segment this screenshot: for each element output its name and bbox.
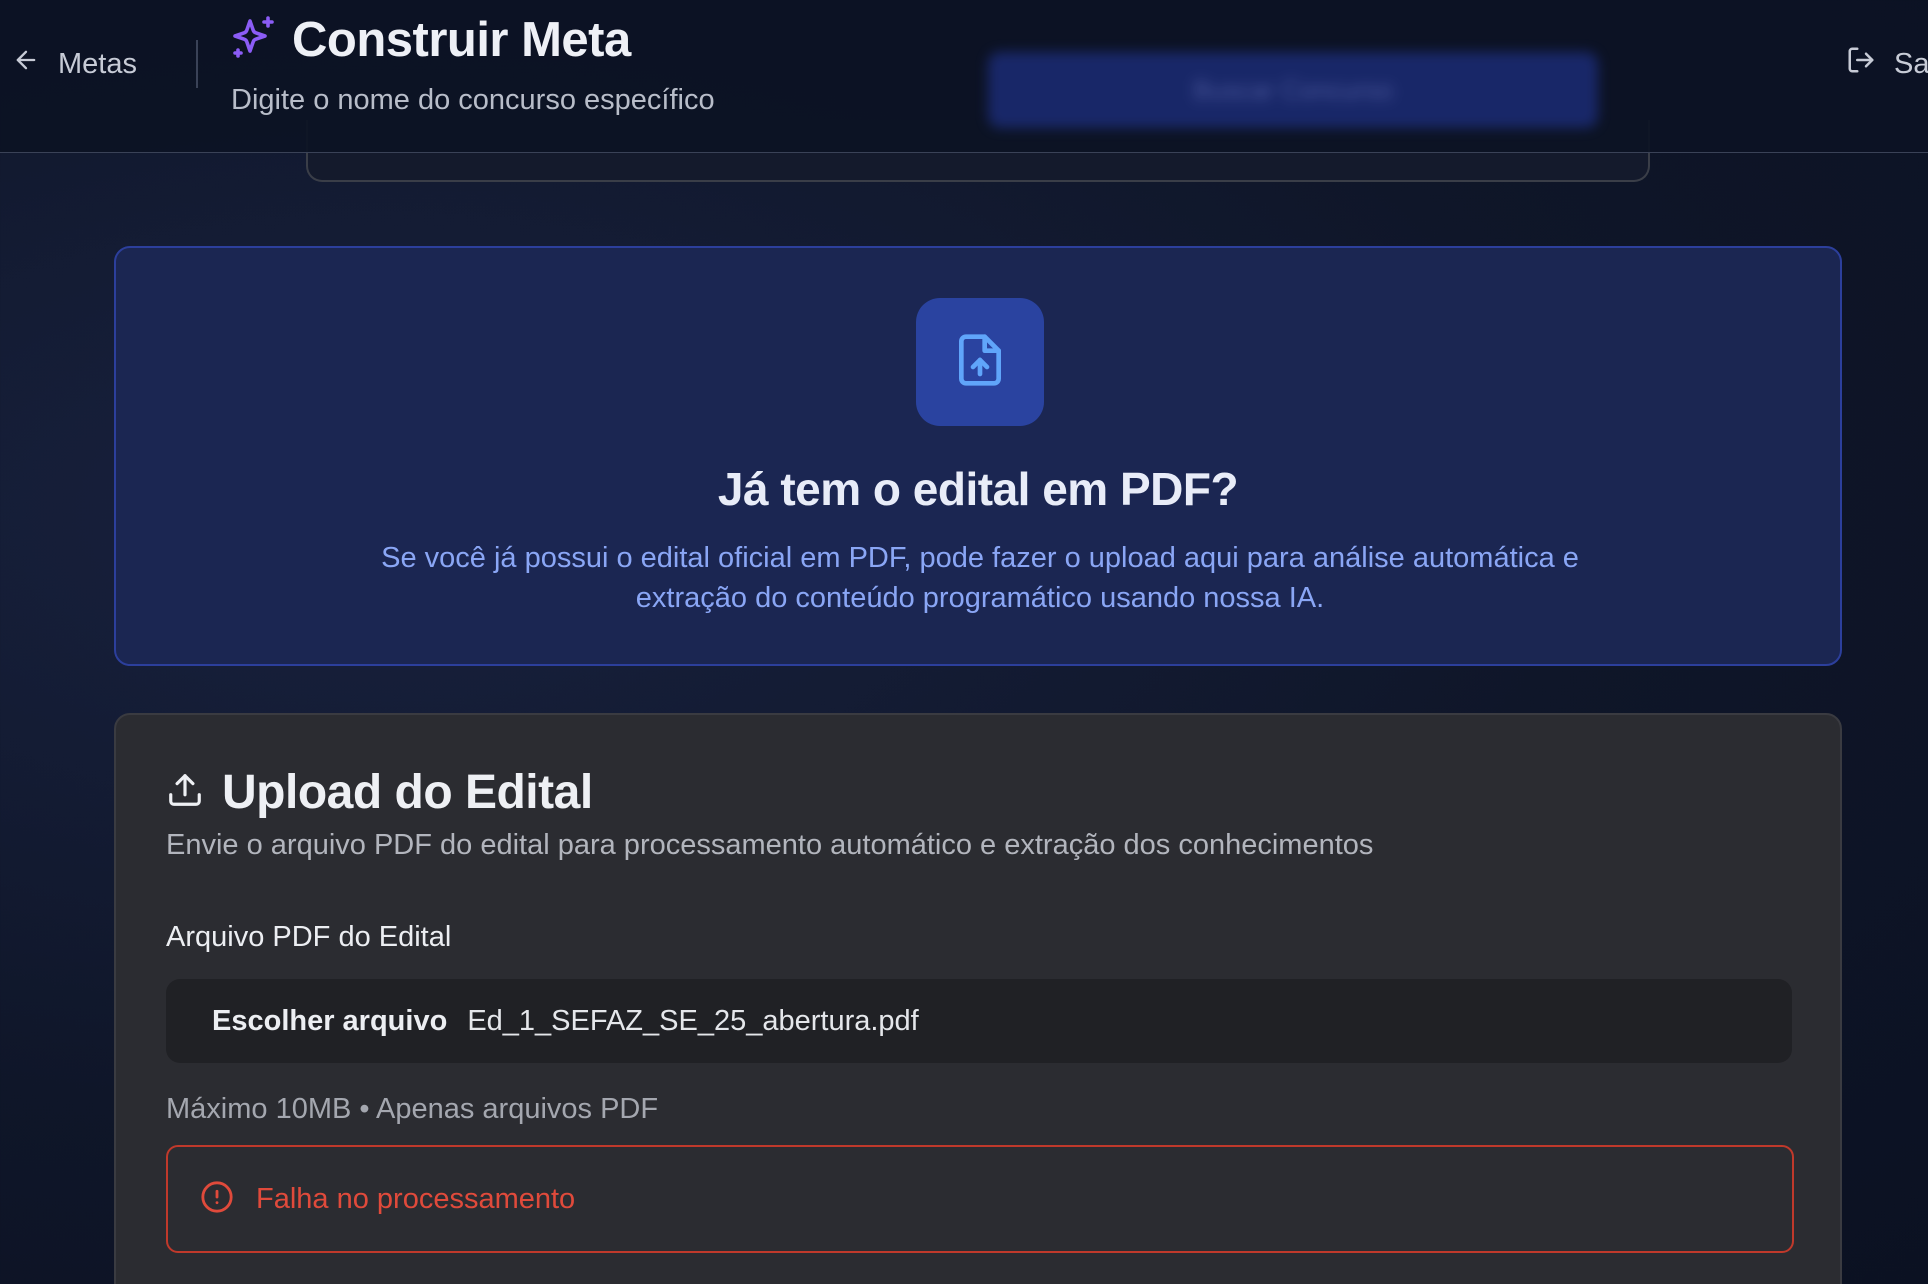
page-subtitle: Digite o nome do concurso específico	[231, 84, 715, 116]
logout-label: Sair	[1894, 47, 1928, 80]
error-alert: Falha no processamento	[166, 1145, 1794, 1253]
top-header: Metas Construir Meta Digite o nome do co…	[0, 0, 1928, 153]
info-heading: Já tem o edital em PDF?	[717, 463, 1239, 515]
alert-circle-icon	[200, 1180, 234, 1219]
file-size-hint: Máximo 10MB • Apenas arquivos PDF	[166, 1093, 659, 1125]
file-upload-icon	[952, 329, 1008, 396]
back-label: Metas	[58, 47, 137, 80]
upload-title: Upload do Edital	[222, 766, 593, 819]
selected-file-name: Ed_1_SEFAZ_SE_25_abertura.pdf	[467, 1004, 919, 1037]
pdf-file-input[interactable]: Escolher arquivo Ed_1_SEFAZ_SE_25_abertu…	[166, 979, 1792, 1063]
arrow-left-icon	[12, 46, 40, 82]
back-to-metas-link[interactable]: Metas	[12, 44, 137, 84]
logout-icon	[1846, 45, 1876, 83]
upload-title-row: Upload do Edital	[166, 765, 593, 820]
choose-file-button[interactable]: Escolher arquivo	[212, 1005, 447, 1038]
upload-card: Upload do Edital Envie o arquivo PDF do …	[114, 713, 1842, 1284]
upload-description: Envie o arquivo PDF do edital para proce…	[166, 829, 1374, 861]
info-text: Se você já possui o edital oficial em PD…	[381, 542, 1579, 614]
upload-icon	[166, 771, 204, 814]
error-message: Falha no processamento	[256, 1182, 576, 1215]
logout-button[interactable]: Sair	[1846, 44, 1928, 84]
page-title-row: Construir Meta	[230, 12, 631, 68]
pdf-field-label: Arquivo PDF do Edital	[166, 921, 452, 953]
page-title: Construir Meta	[292, 13, 631, 67]
file-upload-icon-box	[916, 298, 1044, 426]
sparkles-icon	[230, 14, 278, 67]
blurred-search-button[interactable]: Buscar Concurso	[988, 52, 1598, 128]
header-divider	[196, 40, 198, 88]
pdf-info-card: Já tem o edital em PDF? Se você já possu…	[114, 246, 1842, 666]
